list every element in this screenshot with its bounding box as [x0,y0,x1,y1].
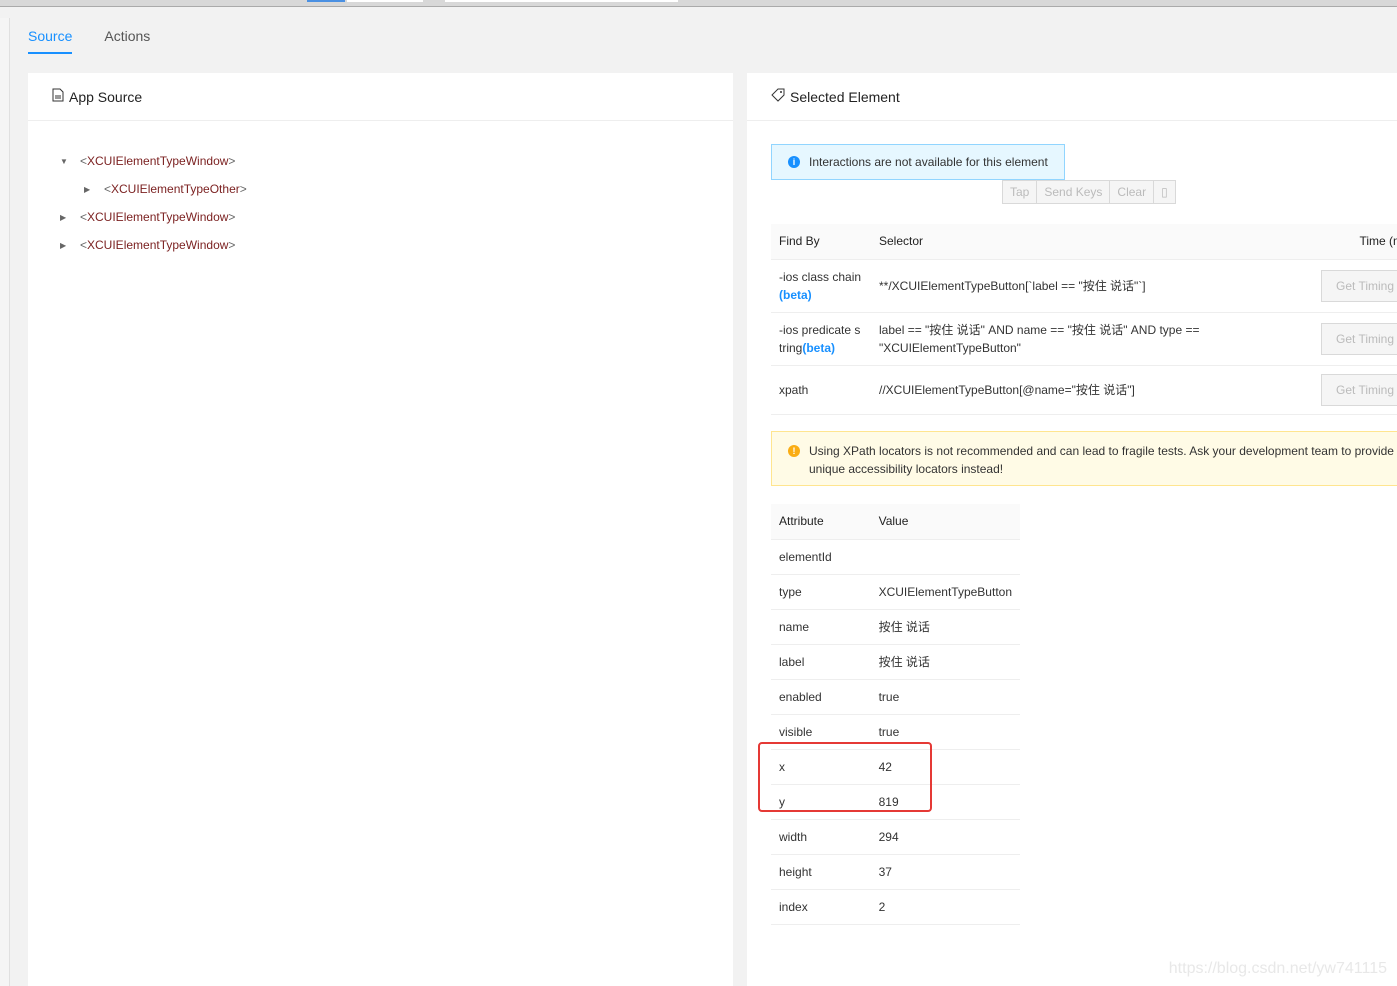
attribute-value: true [870,679,1020,715]
clear-button[interactable]: Clear [1110,181,1155,203]
attribute-name: label [771,644,871,680]
get-timing-button[interactable]: Get Timing [1321,322,1397,355]
get-timing-button[interactable]: Get Timing [1321,269,1397,302]
get-timing-button[interactable]: Get Timing [1321,373,1397,406]
copy-icon[interactable]: ▯ [1154,181,1175,203]
tree-node[interactable]: ▶ < XCUIElementTypeWindow > [60,231,733,259]
warning-text: Using XPath locators is not recommended … [809,444,1394,476]
tree-node-tag: XCUIElementTypeOther [111,182,240,196]
column-header: Attribute [771,504,871,540]
tree-node-tag: XCUIElementTypeWindow [87,210,229,224]
attribute-value [870,539,1020,575]
caret-down-icon[interactable]: ▼ [60,157,80,166]
xpath-warning: ! Using XPath locators is not recommende… [771,431,1397,486]
send-keys-button[interactable]: Send Keys [1037,181,1111,203]
find-by: xpath [779,382,809,397]
caret-right-icon[interactable]: ▶ [60,213,80,222]
attribute-name: height [771,854,871,890]
beta-label: (beta) [779,287,812,302]
column-header: Find By [771,224,871,260]
column-header: Value [870,504,1020,540]
attribute-row: height 37 [771,854,1020,890]
selector-value[interactable]: label == "按住 说话" AND name == "按住 说话" AND… [871,312,1313,366]
column-header: Time (m [1313,224,1397,260]
file-icon [52,88,64,105]
column-header: Selector [871,224,1313,260]
attribute-name: enabled [771,679,871,715]
attribute-value: XCUIElementTypeButton [870,574,1020,610]
panel-title: Selected Element [790,88,900,105]
attribute-row: width 294 [771,819,1020,855]
attribute-value: 294 [870,819,1020,855]
selector-row: xpath //XCUIElementTypeButton[@name="按住 说… [771,365,1397,415]
attribute-name: width [771,819,871,855]
tab-actions[interactable]: Actions [104,28,150,54]
selector-row: -ios class chain (beta) **/XCUIElementTyp… [771,259,1397,313]
attribute-name: index [771,889,871,925]
attribute-name: name [771,609,871,645]
tree-node-tag: XCUIElementTypeWindow [87,154,229,168]
source-tree: ▼ < XCUIElementTypeWindow > ▶ < XCUIElementTyp… [28,121,733,259]
attribute-name: elementId [771,539,871,575]
info-text: Interactions are not available for this … [809,155,1048,169]
window-top-bar [0,0,1397,7]
tab-bar: Source Actions [28,28,150,54]
watermark: https://blog.csdn.net/yw741115 [1168,960,1387,977]
info-icon: i [788,156,800,168]
panel-title: App Source [69,88,143,105]
attribute-row: label 按住 说话 [771,644,1020,680]
info-alert: i Interactions are not available for thi… [771,144,1065,180]
tap-button[interactable]: Tap [1003,181,1038,203]
attribute-value: 按住 说话 [870,609,1020,645]
attribute-row: elementId [771,539,1020,575]
attribute-row: index 2 [771,889,1020,925]
panel-header: Selected Element [747,73,1397,121]
panel-header: App Source [28,73,733,121]
attribute-row: type XCUIElementTypeButton [771,574,1020,610]
tree-node-tag: XCUIElementTypeWindow [87,238,229,252]
attribute-value: 按住 说话 [870,644,1020,680]
selector-value[interactable]: //XCUIElementTypeButton[@name="按住 说话"] [871,365,1313,415]
tag-icon [771,88,785,105]
left-panel-edge [0,18,10,986]
attribute-name: type [771,574,871,610]
selector-table: Find By Selector Time (m -ios class chai… [771,224,1397,415]
selector-row: -ios predicate string(beta) label == "按住 … [771,312,1397,366]
attribute-value: 37 [870,854,1020,890]
attribute-table: Attribute Value elementId type XCUIElement… [771,504,1020,925]
beta-label: (beta) [802,340,836,355]
caret-right-icon[interactable]: ▶ [60,241,80,250]
tree-node[interactable]: ▶ < XCUIElementTypeWindow > [60,203,733,231]
selected-element-panel: Selected Element i Interactions are not … [747,73,1397,986]
selector-value[interactable]: **/XCUIElementTypeButton[`label == "按住 说… [871,259,1313,313]
find-by: -ios class chain [779,269,862,284]
warning-icon: ! [788,445,800,457]
tab-source[interactable]: Source [28,28,73,54]
attribute-row: enabled true [771,679,1020,715]
app-source-panel: App Source ▼ < XCUIElementTypeWindow > ▶ < XCU… [28,73,733,986]
attribute-value: 2 [870,889,1020,925]
attribute-row: name 按住 说话 [771,609,1020,645]
caret-right-icon[interactable]: ▶ [84,185,104,194]
tree-node[interactable]: ▼ < XCUIElementTypeWindow > [60,147,733,175]
highlight-box [758,742,932,812]
tree-node[interactable]: ▶ < XCUIElementTypeOther > [60,175,733,203]
action-button-group: Tap Send Keys Clear ▯ [1002,180,1176,204]
